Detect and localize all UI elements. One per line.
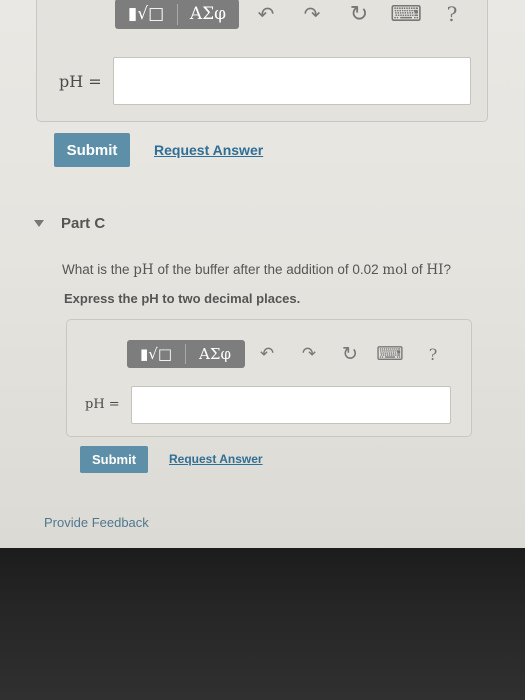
part-b-submit-button[interactable]: Submit — [54, 133, 130, 167]
part-c-toolbar-group: ▮√□ ΑΣφ — [127, 340, 245, 368]
question-hi: HI — [426, 262, 444, 278]
part-b-ph-label: pH = — [59, 72, 102, 91]
part-c-collapse-arrow-icon[interactable] — [34, 220, 44, 227]
help-icon[interactable]: ? — [441, 1, 463, 27]
undo-icon[interactable]: ↶ — [255, 1, 277, 27]
screen: ▮√□ ΑΣφ ↶ ↷ ↻ ⌨ ? pH = Submit Request An… — [0, 0, 525, 548]
part-b-toolbar-group: ▮√□ ΑΣφ — [115, 0, 239, 29]
greek-symbols-button[interactable]: ΑΣφ — [178, 0, 238, 29]
part-c-question: What is the pH of the buffer after the a… — [62, 262, 451, 278]
keyboard-icon[interactable]: ⌨ — [390, 1, 422, 27]
provide-feedback-link[interactable]: Provide Feedback — [44, 515, 149, 530]
question-ph: pH — [133, 262, 154, 278]
part-b-request-answer-link[interactable]: Request Answer — [154, 142, 263, 158]
part-c-math-toolbar: ▮√□ ΑΣφ — [127, 340, 247, 368]
reset-icon[interactable]: ↻ — [347, 1, 371, 27]
part-c-ph-label: pH = — [85, 397, 120, 412]
undo-icon[interactable]: ↶ — [257, 342, 277, 366]
question-text: ? — [443, 262, 452, 277]
question-mol: mol — [382, 262, 408, 278]
greek-symbols-button[interactable]: ΑΣφ — [186, 340, 244, 368]
part-c-instruction: Express the pH to two decimal places. — [64, 291, 301, 306]
part-c-title: Part C — [61, 215, 106, 232]
templates-button[interactable]: ▮√□ — [115, 0, 177, 29]
redo-icon[interactable]: ↷ — [299, 342, 319, 366]
question-text: of the buffer after the addition of 0.02 — [153, 262, 383, 277]
keyboard-icon[interactable]: ⌨ — [376, 342, 403, 366]
question-text: of — [407, 262, 427, 277]
part-b-answer-box: ▮√□ ΑΣφ ↶ ↷ ↻ ⌨ ? pH = — [36, 0, 488, 122]
reset-icon[interactable]: ↻ — [339, 342, 361, 366]
part-c-answer-box: ▮√□ ΑΣφ ↶ ↷ ↻ ⌨ ? pH = — [66, 319, 472, 437]
templates-button[interactable]: ▮√□ — [127, 340, 185, 368]
question-text: What is the — [62, 262, 134, 277]
part-c-ph-input[interactable] — [131, 386, 451, 424]
help-icon[interactable]: ? — [423, 342, 443, 366]
monitor-bezel — [0, 548, 525, 700]
part-b-ph-input[interactable] — [113, 57, 471, 105]
redo-icon[interactable]: ↷ — [301, 1, 323, 27]
part-c-request-answer-link[interactable]: Request Answer — [169, 452, 263, 466]
part-c-submit-button[interactable]: Submit — [80, 446, 148, 473]
